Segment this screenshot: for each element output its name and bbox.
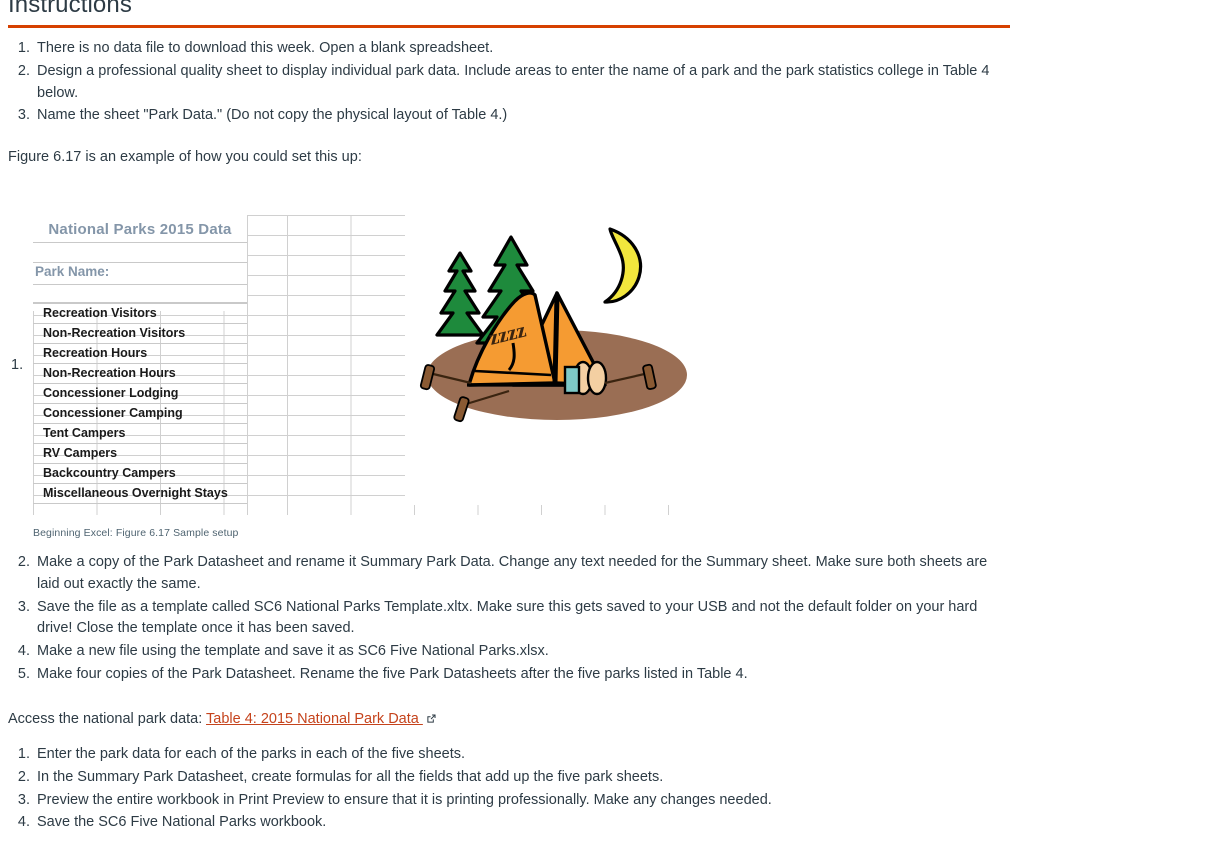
instruction-top-item-number: 2. (17, 62, 30, 79)
label-row-separator (33, 284, 247, 285)
spreadsheet-stat-label: Tent Campers (43, 425, 126, 440)
instructions-page: Instructions 1. There is no data file to … (0, 0, 1225, 847)
figure-list-marker: 1. (11, 357, 24, 373)
instruction-top-item-text: There is no data file to download this w… (37, 40, 494, 56)
spreadsheet-stat-label: Recreation Hours (43, 345, 148, 360)
instruction-top-item-text: Name the sheet "Park Data." (Do not copy… (37, 107, 508, 124)
figure-intro-line: Figure 6.17 is an example of how you cou… (8, 149, 362, 165)
spreadsheet-stat-label: RV Campers (43, 445, 118, 460)
instruction-mid-item-number: 2. (17, 554, 30, 570)
instructions-top-list: 1. There is no data file to download this… (8, 38, 1008, 127)
spreadsheet-stat-label: Non-Recreation Hours (43, 365, 176, 380)
instruction-top-item: 2. Design a professional quality sheet to… (8, 61, 1008, 105)
figure-caption: Beginning Excel: Figure 6.17 Sample setu… (33, 527, 239, 539)
spreadsheet-stat-label: Backcountry Campers (43, 465, 176, 480)
instruction-top-item-text: Design a professional quality sheet to d… (37, 62, 990, 101)
instruction-mid-item-number: 4. (17, 643, 30, 659)
spreadsheet-park-name-label: Park Name: (35, 263, 110, 279)
crescent-moon (603, 227, 643, 304)
instruction-bottom-item: 3. Preview the entire workbook in Print P… (8, 790, 1008, 812)
instructions-mid-block: 2. Make a copy of the Park Datasheet and … (8, 552, 1008, 687)
instruction-bottom-item-text: Save the SC6 Five National Parks workboo… (37, 814, 327, 831)
spreadsheet-stat-label: Concessioner Lodging (43, 385, 179, 400)
camping-tent-night-clipart: zzzz (405, 215, 705, 505)
instruction-bottom-item: 2. In the Summary Park Datasheet, create … (8, 767, 1008, 789)
instruction-mid-item-text: Make four copies of the Park Datasheet. … (37, 665, 748, 682)
instruction-mid-item: 4. Make a new file using the template and… (8, 641, 1008, 663)
instructions-bottom-list: 1. Enter the park data for each of the pa… (8, 744, 1008, 834)
figure-6-17: 1. National Parks 2015 Data Park Name: R… (11, 215, 708, 515)
page-header: Instructions (8, 0, 1010, 28)
spreadsheet-title: National Parks 2015 Data (48, 220, 232, 238)
spreadsheet-stat-label: Non-Recreation Visitors (43, 325, 186, 340)
instruction-top-item: 3. Name the sheet "Park Data." (Do not co… (8, 105, 1008, 127)
instructions-mid-list: 2. Make a copy of the Park Datasheet and … (8, 552, 1008, 686)
spreadsheet-stat-label: Miscellaneous Overnight Stays (43, 485, 228, 500)
instruction-bottom-item-number: 1. (17, 746, 30, 762)
instruction-bottom-item-number: 2. (17, 768, 30, 785)
instruction-mid-item: 3. Save the file as a template called SC6… (8, 597, 1008, 641)
instruction-mid-item-text: Make a new file using the template and s… (37, 643, 549, 659)
instruction-bottom-item-number: 4. (17, 814, 30, 831)
spreadsheet-stat-label: Recreation Visitors (43, 305, 157, 320)
access-prefix: Access the national park data: (8, 711, 207, 727)
instructions-top-block: 1. There is no data file to download this… (8, 38, 1008, 128)
table-4-link[interactable]: Table 4: 2015 National Park Data (206, 711, 423, 727)
access-data-line: Access the national park data: Table 4: … (8, 709, 708, 731)
instruction-mid-item-number: 5. (17, 665, 30, 682)
title-divider (8, 25, 1010, 28)
instruction-mid-item-number: 3. (17, 598, 30, 615)
page-title: Instructions (8, 0, 132, 18)
pine-tree-left (435, 251, 485, 337)
spreadsheet-stat-label: Concessioner Camping (43, 405, 183, 420)
instruction-top-item-number: 1. (17, 40, 30, 56)
instruction-mid-item-text: Make a copy of the Park Datasheet and re… (37, 554, 988, 592)
instructions-bottom-block: 1. Enter the park data for each of the pa… (8, 744, 1008, 835)
instruction-bottom-item-text: Enter the park data for each of the park… (37, 746, 466, 762)
instruction-top-item-number: 3. (17, 107, 30, 124)
instruction-bottom-item-text: In the Summary Park Datasheet, create fo… (37, 768, 664, 785)
instruction-bottom-item: 1. Enter the park data for each of the pa… (8, 744, 1008, 766)
instruction-top-item: 1. There is no data file to download this… (8, 38, 1008, 60)
label-row-separator (33, 503, 247, 504)
instruction-bottom-item: 4. Save the SC6 Five National Parks workb… (8, 812, 1008, 834)
camper-feet (563, 360, 608, 396)
instruction-mid-item: 2. Make a copy of the Park Datasheet and … (8, 552, 1008, 596)
label-column-border (247, 215, 248, 515)
instruction-mid-item: 5. Make four copies of the Park Datasheet… (8, 664, 1008, 686)
instruction-mid-item-text: Save the file as a template called SC6 N… (37, 598, 978, 637)
instruction-bottom-item-number: 3. (17, 791, 30, 808)
instruction-bottom-item-text: Preview the entire workbook in Print Pre… (37, 791, 772, 808)
external-link-icon (426, 710, 437, 723)
